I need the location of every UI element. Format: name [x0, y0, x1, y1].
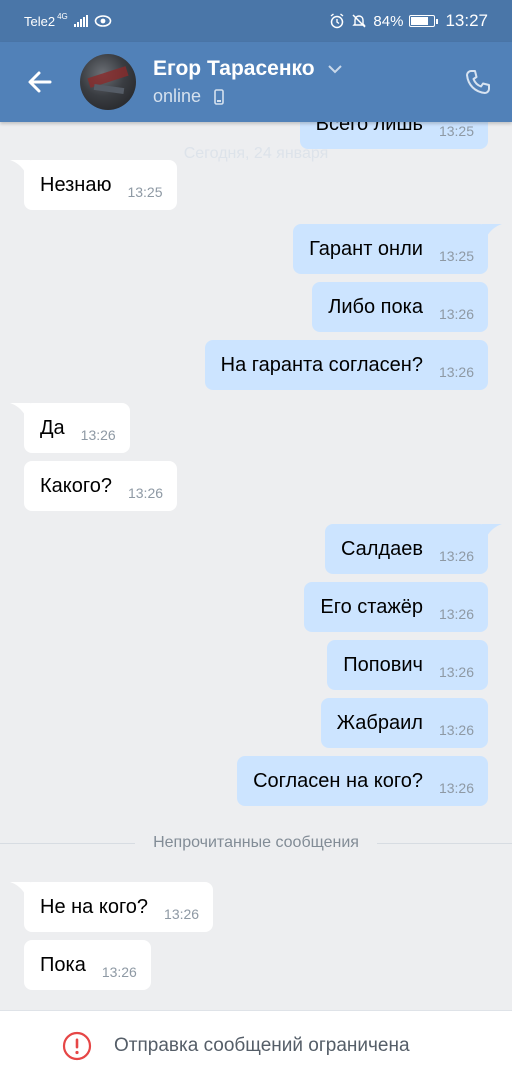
unread-separator: Непрочитанные сообщения — [0, 833, 512, 853]
message-text: Какого? — [40, 474, 112, 497]
message-time: 13:25 — [438, 248, 474, 264]
chevron-down-icon[interactable] — [327, 64, 343, 74]
warning-icon — [62, 1031, 92, 1060]
message-text: Да — [40, 416, 65, 439]
message-time: 13:25 — [127, 184, 163, 200]
online-status: online — [153, 86, 202, 106]
message-incoming[interactable]: Пока 13:26 — [24, 940, 151, 990]
restriction-notice: Отправка сообщений ограничена — [114, 1034, 410, 1056]
message-outgoing[interactable]: Всего лишь 13:25 — [299, 122, 488, 149]
message-text: Не на кого? — [40, 895, 149, 918]
message-time: 13:26 — [80, 427, 116, 443]
message-time: 13:26 — [164, 906, 200, 922]
alarm-icon — [330, 13, 344, 29]
message-incoming[interactable]: Незнаю 13:25 — [24, 160, 177, 210]
message-time: 13:25 — [438, 123, 474, 139]
phone-call-icon[interactable] — [464, 68, 492, 96]
message-time: 13:26 — [438, 606, 474, 622]
message-time: 13:26 — [438, 306, 474, 322]
message-time: 13:26 — [101, 964, 137, 980]
message-text: Согласен на кого? — [253, 769, 423, 792]
message-time: 13:26 — [438, 548, 474, 564]
message-outgoing[interactable]: Салдаев 13:26 — [324, 524, 488, 574]
battery-percent: 84% — [373, 12, 404, 30]
message-outgoing[interactable]: На гаранта согласен? 13:26 — [204, 340, 488, 390]
message-text: Его стажёр — [320, 595, 423, 618]
message-text: Салдаев — [340, 537, 423, 560]
eye-icon — [94, 15, 112, 27]
divider — [0, 842, 136, 844]
message-text: Незнаю — [40, 173, 112, 196]
message-feed[interactable]: Сегодня, 24 января Всего лишь 13:25 Незн… — [0, 122, 512, 1010]
chat-header: Егор Тарасенко online — [0, 42, 512, 122]
message-time: 13:26 — [438, 722, 474, 738]
message-text: Жабраил — [336, 711, 423, 734]
back-arrow-icon[interactable] — [24, 66, 56, 98]
mobile-device-icon — [214, 89, 224, 105]
messaging-restricted-bar: Отправка сообщений ограничена — [0, 1010, 512, 1080]
signal-icon — [73, 15, 88, 27]
mute-icon — [352, 14, 367, 28]
message-text: Всего лишь — [315, 122, 423, 135]
network-type: 4G — [57, 11, 68, 21]
status-bar-right: 84% 13:27 — [329, 11, 488, 31]
message-outgoing[interactable]: Либо пока 13:26 — [312, 282, 488, 332]
message-time: 13:26 — [438, 364, 474, 380]
message-text: Гарант онли — [309, 237, 423, 260]
message-text: Попович — [343, 653, 423, 676]
divider — [376, 842, 512, 844]
message-text: Либо пока — [328, 295, 423, 318]
battery-icon — [409, 15, 439, 27]
message-text: На гаранта согласен? — [220, 353, 423, 376]
message-outgoing[interactable]: Жабраил 13:26 — [320, 698, 488, 748]
carrier-name: Tele2 — [24, 13, 56, 29]
message-outgoing[interactable]: Гарант онли 13:25 — [293, 224, 488, 274]
message-time: 13:26 — [438, 664, 474, 680]
avatar[interactable] — [80, 54, 136, 110]
message-outgoing[interactable]: Его стажёр 13:26 — [304, 582, 488, 632]
status-bar-left: Tele2 4G — [24, 11, 112, 29]
message-time: 13:26 — [438, 780, 474, 796]
message-time: 13:26 — [127, 485, 164, 501]
message-incoming[interactable]: Да 13:26 — [24, 403, 130, 453]
message-incoming[interactable]: Какого? 13:26 — [24, 461, 178, 511]
message-outgoing[interactable]: Согласен на кого? 13:26 — [237, 756, 488, 806]
contact-name[interactable]: Егор Тарасенко — [153, 57, 315, 81]
status-bar: Tele2 4G 84% 13:27 — [0, 0, 512, 42]
message-outgoing[interactable]: Попович 13:26 — [327, 640, 488, 690]
message-text: Пока — [40, 953, 86, 976]
unread-label: Непрочитанные сообщения — [153, 834, 359, 851]
message-incoming[interactable]: Не на кого? 13:26 — [24, 882, 214, 932]
clock: 13:27 — [445, 11, 488, 30]
